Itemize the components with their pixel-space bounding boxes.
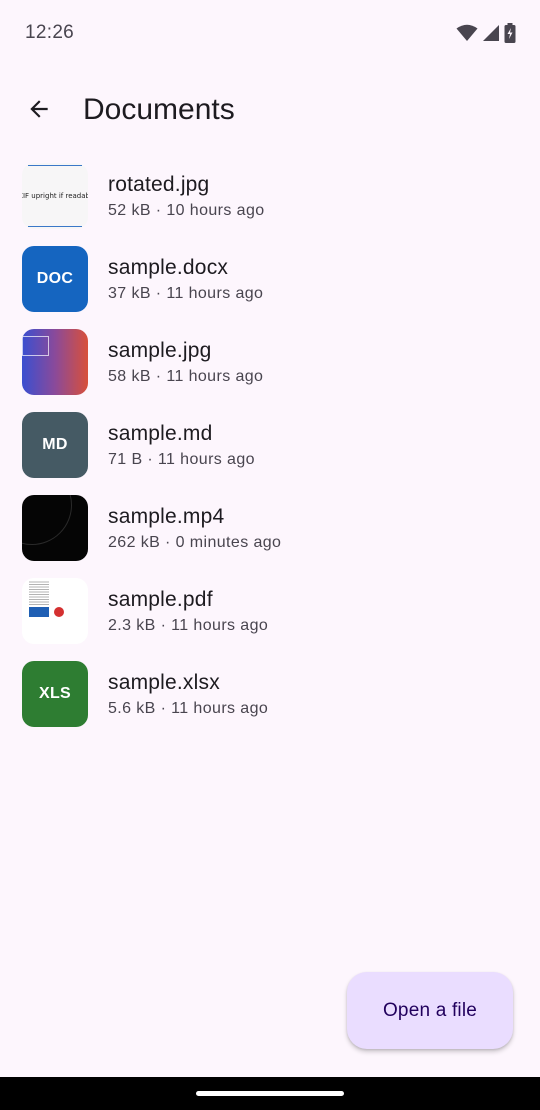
app-bar: Documents <box>0 72 540 150</box>
arrow-back-icon <box>26 96 52 127</box>
xls-badge-label: XLS <box>38 685 72 702</box>
pdf-page-preview <box>29 581 64 617</box>
file-meta: 2.3 kB · 11 hours ago <box>108 617 269 634</box>
file-meta: 71 B · 11 hours ago <box>108 451 255 468</box>
file-meta: 5.6 kB · 11 hours ago <box>108 700 269 717</box>
cellular-signal-icon <box>482 24 500 42</box>
file-name: sample.jpg <box>108 339 212 362</box>
file-name: sample.xlsx <box>108 671 220 694</box>
file-item-sample-pdf[interactable]: sample.pdf 2.3 kB · 11 hours ago <box>0 569 540 652</box>
file-name: rotated.jpg <box>108 173 210 196</box>
doc-badge-icon: DOC <box>22 246 88 312</box>
file-meta: 52 kB · 10 hours ago <box>108 202 265 219</box>
video-thumbnail <box>22 495 88 561</box>
file-name: sample.md <box>108 422 213 445</box>
thumbnail-shape <box>22 495 72 545</box>
image-thumbnail <box>22 329 88 395</box>
thumbnail-caption: EXIF upright if readable <box>22 192 88 200</box>
page-title: Documents <box>83 93 235 126</box>
navigation-bar <box>0 1077 540 1110</box>
battery-charging-icon <box>504 23 516 43</box>
thumbnail-rule <box>28 165 82 166</box>
file-item-sample-jpg[interactable]: sample.jpg 58 kB · 11 hours ago <box>0 320 540 403</box>
file-item-sample-md[interactable]: MD sample.md 71 B · 11 hours ago <box>0 403 540 486</box>
file-meta: 262 kB · 0 minutes ago <box>108 534 282 551</box>
wifi-icon <box>456 24 478 42</box>
xls-badge-icon: XLS <box>22 661 88 727</box>
screen: 12:26 Documents EXIF upright if re <box>0 0 540 1110</box>
file-item-sample-mp4[interactable]: sample.mp4 262 kB · 0 minutes ago <box>0 486 540 569</box>
file-meta: 37 kB · 11 hours ago <box>108 285 264 302</box>
image-thumbnail: EXIF upright if readable <box>22 163 88 229</box>
home-gesture-handle[interactable] <box>196 1091 344 1096</box>
file-name: sample.docx <box>108 256 229 279</box>
thumbnail-rule <box>28 226 82 227</box>
status-bar: 12:26 <box>0 0 540 68</box>
status-icons <box>456 22 516 44</box>
file-item-rotated-jpg[interactable]: EXIF upright if readable rotated.jpg 52 … <box>0 154 540 237</box>
md-badge-icon: MD <box>22 412 88 478</box>
open-file-button[interactable]: Open a file <box>347 972 513 1049</box>
file-name: sample.mp4 <box>108 505 225 528</box>
file-list: EXIF upright if readable rotated.jpg 52 … <box>0 154 540 735</box>
doc-badge-label: DOC <box>36 270 74 287</box>
back-button[interactable] <box>15 87 63 135</box>
status-time: 12:26 <box>25 22 75 43</box>
file-item-sample-docx[interactable]: DOC sample.docx 37 kB · 11 hours ago <box>0 237 540 320</box>
thumbnail-shape <box>22 336 49 356</box>
md-badge-label: MD <box>42 436 68 453</box>
file-meta: 58 kB · 11 hours ago <box>108 368 264 385</box>
pdf-thumbnail <box>22 578 88 644</box>
file-item-sample-xlsx[interactable]: XLS sample.xlsx 5.6 kB · 11 hours ago <box>0 652 540 735</box>
open-file-button-label: Open a file <box>382 999 478 1021</box>
file-name: sample.pdf <box>108 588 213 611</box>
